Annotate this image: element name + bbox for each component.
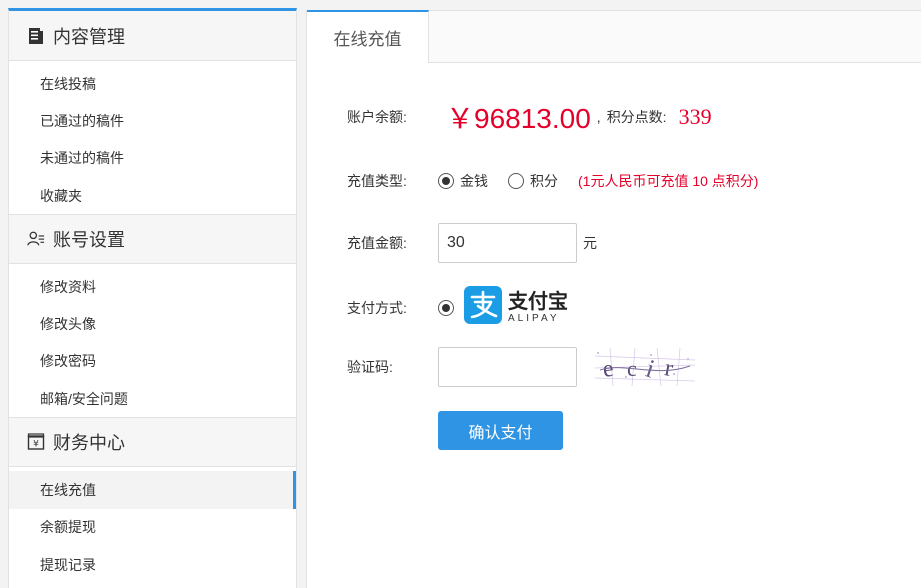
alipay-icon (464, 286, 502, 329)
sidebar-group-title: 内容管理 (53, 26, 125, 47)
sidebar-item-online-recharge[interactable]: 在线充值 (9, 471, 296, 509)
recharge-type-money-option[interactable]: 金钱 (438, 171, 488, 191)
sidebar-item-approved[interactable]: 已通过的稿件 (9, 102, 296, 139)
sidebar-item-edit-profile[interactable]: 修改资料 (9, 268, 296, 305)
payment-label: 支付方式: (347, 299, 407, 316)
svg-text:¥: ¥ (33, 440, 39, 450)
sidebar-group-items: 在线充值 余额提现 提现记录 (9, 467, 296, 583)
confirm-payment-button[interactable]: 确认支付 (438, 411, 563, 450)
radio-alipay[interactable] (438, 299, 454, 316)
tab-online-recharge[interactable]: 在线充值 (307, 10, 429, 63)
amount-unit: 元 (583, 235, 597, 251)
submit-row: 确认支付 (347, 411, 563, 450)
payment-row: 支付方式: 支付宝 ALIPAY (347, 286, 568, 329)
sidebar-group-account-settings: 账号设置 (9, 214, 296, 265)
sidebar-group-finance-center: ¥ 财务中心 (9, 417, 296, 468)
balance-row: 账户余额: ￥96813.00 , 积分点数: 339 (347, 97, 712, 137)
sidebar-group-title: 财务中心 (53, 433, 125, 454)
recharge-note: (1元人民币可充值 10 点积分) (578, 173, 759, 189)
sidebar-item-edit-avatar[interactable]: 修改头像 (9, 305, 296, 342)
captcha-image[interactable]: e c i r (594, 347, 696, 387)
amount-row: 充值金额: 元 (347, 223, 597, 263)
captcha-label: 验证码: (347, 359, 393, 375)
sidebar: 内容管理 在线投稿 已通过的稿件 未通过的稿件 收藏夹 账号设置 修改资料 修改… (8, 8, 297, 588)
recharge-type-money-label: 金钱 (460, 173, 488, 189)
points-value: 339 (678, 104, 712, 129)
alipay-wordmark: 支付宝 ALIPAY (508, 291, 568, 325)
user-settings-icon (27, 230, 45, 248)
radio-points[interactable] (508, 173, 524, 189)
tab-bar: 在线充值 (307, 10, 921, 63)
sidebar-group-items: 在线投稿 已通过的稿件 未通过的稿件 收藏夹 (9, 61, 296, 214)
sidebar-item-rejected[interactable]: 未通过的稿件 (9, 140, 296, 177)
balance-value: ￥96813.00 (446, 103, 591, 134)
points-label: 积分点数: (606, 109, 667, 125)
sidebar-item-withdraw[interactable]: 余额提现 (9, 509, 296, 546)
recharge-type-label: 充值类型: (347, 173, 407, 189)
radio-money[interactable] (438, 173, 454, 189)
sidebar-item-online-submit[interactable]: 在线投稿 (9, 65, 296, 102)
captcha-input[interactable] (438, 347, 577, 387)
captcha-row: 验证码: e c i r (347, 347, 696, 387)
sidebar-item-email-security[interactable]: 邮箱/安全问题 (9, 380, 296, 417)
sidebar-item-change-password[interactable]: 修改密码 (9, 343, 296, 380)
balance-label: 账户余额: (347, 109, 407, 125)
amount-input[interactable] (438, 223, 577, 263)
alipay-cn: 支付宝 (508, 290, 568, 313)
recharge-type-points-option[interactable]: 积分 (508, 171, 558, 191)
sidebar-item-withdraw-records[interactable]: 提现记录 (9, 546, 296, 583)
recharge-type-points-label: 积分 (530, 173, 558, 189)
sidebar-group-title: 账号设置 (53, 230, 125, 251)
main-panel: 在线充值 账户余额: ￥96813.00 , 积分点数: 339 充值类型: 金… (306, 10, 921, 588)
document-icon (27, 27, 45, 45)
sidebar-group-content-management: 内容管理 (9, 11, 296, 61)
wallet-icon: ¥ (27, 433, 45, 451)
amount-label: 充值金额: (347, 235, 407, 251)
alipay-logo[interactable]: 支付宝 ALIPAY (464, 286, 568, 329)
sidebar-item-favorites[interactable]: 收藏夹 (9, 177, 296, 214)
sidebar-group-items: 修改资料 修改头像 修改密码 邮箱/安全问题 (9, 264, 296, 417)
recharge-type-row: 充值类型: 金钱 积分 (1元人民币可充值 10 点积分) (347, 171, 758, 191)
balance-separator: , (596, 109, 601, 125)
alipay-en: ALIPAY (508, 312, 560, 324)
